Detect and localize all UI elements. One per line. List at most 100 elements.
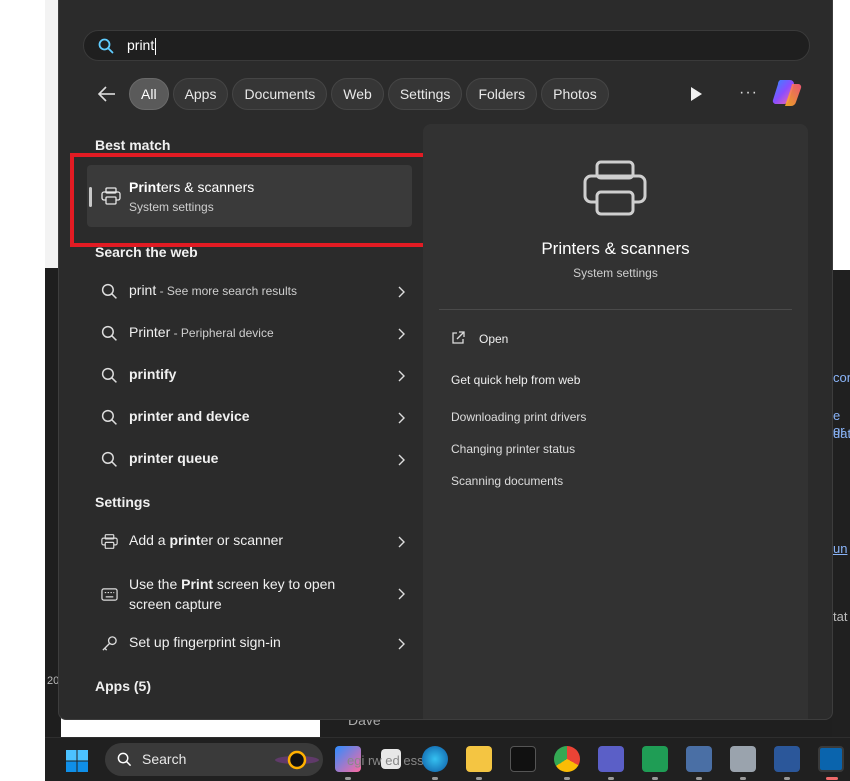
search-icon (98, 38, 114, 54)
journal-app-icon[interactable] (510, 746, 536, 772)
tab-photos[interactable]: Photos (541, 78, 609, 110)
eye-app-icon[interactable] (642, 746, 668, 772)
preview-pane: Printers & scanners System settings Open… (423, 124, 808, 719)
web-result-item[interactable]: printify (95, 355, 405, 395)
open-button[interactable]: Open (479, 332, 508, 346)
chrome-icon[interactable] (554, 746, 580, 772)
preview-subtitle: System settings (573, 266, 658, 280)
web-result-item[interactable]: print - See more search results (95, 271, 405, 311)
tab-documents[interactable]: Documents (232, 78, 328, 110)
web-result-query: printer and device (129, 408, 250, 424)
section-apps[interactable]: Apps (5) (95, 678, 151, 694)
chevron-right-icon (398, 536, 405, 548)
word-icon[interactable] (774, 746, 800, 772)
running-indicator (432, 777, 438, 780)
tab-settings[interactable]: Settings (387, 78, 463, 110)
settings-result-item[interactable]: Set up fingerprint sign-in (95, 623, 405, 663)
start-search-panel: print All Apps Documents Web Settings Fo… (58, 0, 833, 720)
back-arrow-icon[interactable] (97, 85, 117, 103)
settings-result-item[interactable]: Use the Print screen key to open screen … (95, 568, 405, 620)
search-icon (101, 367, 117, 383)
quick-help-header: Get quick help from web (451, 373, 581, 387)
search-icon (101, 325, 117, 341)
chevron-right-icon (398, 588, 405, 600)
search-icon (101, 451, 117, 467)
tab-web[interactable]: Web (331, 78, 384, 110)
web-result-label: Printer - Peripheral device (129, 324, 274, 340)
open-external-icon (452, 331, 465, 344)
printer-icon (583, 160, 647, 216)
edge-icon[interactable] (422, 746, 448, 772)
web-result-item[interactable]: printer queue (95, 439, 405, 479)
section-search-the-web: Search the web (95, 244, 198, 260)
running-indicator (696, 777, 702, 780)
tab-folders[interactable]: Folders (466, 78, 538, 110)
background-window-right-dark (832, 270, 850, 740)
running-indicator (784, 777, 790, 780)
section-best-match: Best match (95, 137, 171, 153)
background-text-fragment: un (833, 541, 848, 556)
chevron-right-icon (398, 328, 405, 340)
chevron-right-icon (398, 454, 405, 466)
background-window-right-top (832, 200, 850, 270)
web-result-query: printify (129, 366, 177, 382)
web-result-query: print (129, 282, 157, 298)
remote-desktop-icon[interactable] (686, 746, 712, 772)
teams-icon[interactable] (598, 746, 624, 772)
chevron-right-icon (398, 370, 405, 382)
settings-result-label: Add a printer or scanner (129, 532, 283, 548)
taskbar-search-label: Search (142, 751, 187, 767)
play-icon[interactable] (689, 86, 703, 102)
more-options-button[interactable]: ··· (739, 84, 758, 102)
chevron-right-icon (398, 412, 405, 424)
settings-result-item[interactable]: Add a printer or scanner (95, 521, 405, 561)
preview-title: Printers & scanners (541, 239, 690, 258)
running-indicator (652, 777, 658, 780)
running-indicator (345, 777, 351, 780)
tab-all[interactable]: All (129, 78, 169, 110)
running-indicator (608, 777, 614, 780)
outlook-icon[interactable] (818, 746, 844, 772)
file-explorer-icon[interactable] (466, 746, 492, 772)
chevron-right-icon (398, 638, 405, 650)
chevron-right-icon (398, 286, 405, 298)
web-result-query: Printer (129, 324, 171, 340)
search-query-text: print (127, 37, 157, 55)
settings-result-match: Print (181, 576, 214, 592)
background-text-fragment: egi rw ed essa (347, 753, 431, 768)
web-result-item[interactable]: printer and device (95, 397, 405, 437)
running-indicator (564, 777, 570, 780)
background-text-fragment: tat (833, 609, 848, 624)
taskbar: Search egi rw ed essa (45, 737, 850, 781)
search-query: print (127, 37, 155, 53)
web-result-item[interactable]: Printer - Peripheral device (95, 313, 405, 353)
running-indicator (476, 777, 482, 780)
help-link[interactable]: Changing printer status (451, 442, 575, 456)
search-icon (117, 752, 132, 767)
web-result-label: printer queue (129, 450, 218, 466)
settings-result-text: er or scanner (200, 532, 284, 548)
search-highlight-eclipse-icon (275, 750, 319, 770)
web-result-description: - Peripheral device (170, 326, 274, 340)
keyboard-icon (101, 588, 118, 601)
printer-icon (101, 534, 118, 549)
divider (439, 309, 792, 310)
search-input[interactable]: print (83, 30, 810, 61)
tab-apps[interactable]: Apps (172, 78, 229, 110)
help-link[interactable]: Scanning documents (451, 474, 563, 488)
key-icon (102, 636, 117, 651)
highlight-box (70, 153, 428, 247)
settings-result-label: Use the Print screen key to open screen … (129, 574, 369, 614)
help-link[interactable]: Downloading print drivers (451, 410, 586, 424)
copilot-icon[interactable] (772, 78, 804, 108)
web-result-description: - See more search results (156, 284, 297, 298)
windows-start-icon[interactable] (65, 749, 89, 773)
search-icon (101, 409, 117, 425)
taskbar-search[interactable]: Search (105, 743, 323, 776)
text-caret (155, 37, 157, 55)
background-text-fragment: dat (833, 426, 850, 441)
calculator-icon[interactable] (730, 746, 756, 772)
web-result-label: printer and device (129, 408, 250, 424)
settings-result-match: print (169, 532, 201, 548)
web-result-label: print - See more search results (129, 282, 297, 298)
